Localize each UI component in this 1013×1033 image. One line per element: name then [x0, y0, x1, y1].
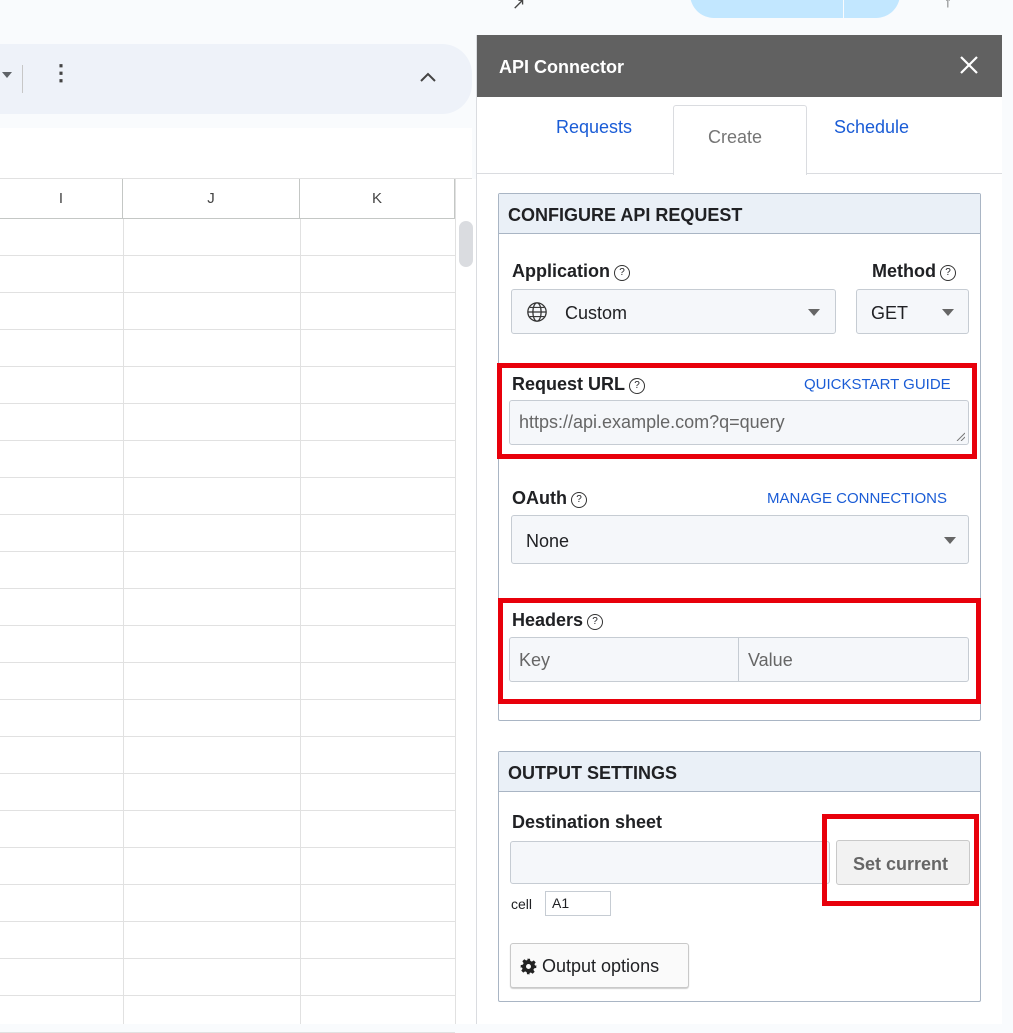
grid-row[interactable]	[0, 848, 455, 885]
more-options-icon[interactable]: ⋮	[50, 62, 72, 84]
highlight-headers	[498, 598, 981, 704]
grid-row[interactable]	[0, 885, 455, 922]
method-value: GET	[871, 303, 909, 323]
grid-row[interactable]	[0, 256, 455, 293]
cell-label: cell	[511, 896, 533, 912]
toolbar-icon-fragment[interactable]: ↗	[512, 0, 525, 14]
panel-title: API Connector	[499, 57, 625, 77]
grid-row[interactable]	[0, 922, 455, 959]
cell-input[interactable]: A1	[545, 891, 611, 916]
column-header-k[interactable]: K	[300, 179, 455, 219]
grid-row[interactable]	[0, 811, 455, 848]
help-icon[interactable]: ?	[570, 492, 587, 508]
sheets-toolbar: ⋮	[0, 44, 472, 114]
top-app-bar: ↗ ↑	[0, 0, 1013, 40]
panel-header: API Connector	[477, 35, 1002, 97]
grid-row[interactable]	[0, 737, 455, 774]
grid-row[interactable]	[0, 700, 455, 737]
section-heading: CONFIGURE API REQUEST	[499, 194, 980, 234]
manage-connections-link[interactable]: MANAGE CONNECTIONS	[767, 490, 947, 507]
column-header-i[interactable]: I	[0, 179, 123, 219]
column-gridline	[300, 219, 301, 1024]
share-divider	[843, 0, 844, 18]
grid-row[interactable]	[0, 515, 455, 552]
dropdown-arrow-icon[interactable]	[2, 72, 12, 78]
grid-row[interactable]	[0, 959, 455, 996]
chevron-down-icon	[808, 309, 820, 316]
grid-row[interactable]	[0, 589, 455, 626]
method-select[interactable]: GET	[856, 289, 969, 334]
grid-row[interactable]	[0, 330, 455, 367]
grid-row[interactable]	[0, 774, 455, 811]
tab-create-label: Create	[708, 127, 763, 147]
destination-sheet-input[interactable]	[510, 841, 830, 884]
method-label: Method?	[872, 261, 956, 282]
section-heading: OUTPUT SETTINGS	[499, 752, 980, 792]
destination-sheet-label: Destination sheet	[512, 812, 663, 832]
grid-row[interactable]	[0, 367, 455, 404]
column-gridline	[123, 219, 124, 1024]
vertical-scrollbar[interactable]	[455, 179, 477, 1024]
toolbar-divider	[22, 65, 23, 93]
grid-row[interactable]	[0, 552, 455, 589]
output-options-button[interactable]: Output options	[510, 943, 689, 988]
grid-row[interactable]	[0, 293, 455, 330]
tab-requests[interactable]: Requests	[556, 117, 632, 138]
close-icon[interactable]	[957, 53, 981, 77]
share-button[interactable]	[690, 0, 900, 18]
grid-row[interactable]	[0, 663, 455, 700]
application-label-text: Application	[512, 261, 610, 281]
oauth-select[interactable]: None	[511, 515, 969, 564]
chevron-down-icon	[944, 537, 956, 544]
highlight-request-url	[497, 363, 977, 459]
tab-create[interactable]: Create	[673, 105, 807, 175]
tab-schedule[interactable]: Schedule	[834, 117, 909, 138]
grid-row[interactable]	[0, 626, 455, 663]
oauth-label-text: OAuth	[512, 488, 567, 508]
grid-row[interactable]	[0, 996, 455, 1033]
formula-bar[interactable]	[0, 128, 472, 179]
scrollbar-thumb[interactable]	[459, 221, 473, 267]
grid-row[interactable]	[0, 404, 455, 441]
chevron-down-icon	[942, 309, 954, 316]
spreadsheet-grid[interactable]: I J K	[0, 179, 477, 1033]
grid-row[interactable]	[0, 219, 455, 256]
application-value: Custom	[565, 303, 628, 323]
method-label-text: Method	[872, 261, 936, 281]
chevron-up-icon[interactable]	[416, 66, 440, 90]
account-icon-fragment[interactable]: ↑	[944, 0, 952, 12]
help-icon[interactable]: ?	[614, 265, 630, 281]
application-select[interactable]: Custom	[511, 289, 836, 334]
help-icon[interactable]: ?	[939, 265, 956, 281]
grid-row[interactable]	[0, 441, 455, 478]
oauth-value: None	[526, 531, 570, 551]
application-label: Application?	[512, 261, 630, 282]
gear-icon	[520, 958, 537, 975]
output-options-label: Output options	[542, 956, 660, 976]
oauth-label: OAuth?	[512, 488, 587, 509]
column-header-j[interactable]: J	[123, 179, 300, 219]
panel-tabs: Requests Create Schedule	[477, 97, 1002, 175]
highlight-set-current	[822, 814, 979, 906]
grid-row[interactable]	[0, 478, 455, 515]
globe-icon	[527, 302, 547, 322]
